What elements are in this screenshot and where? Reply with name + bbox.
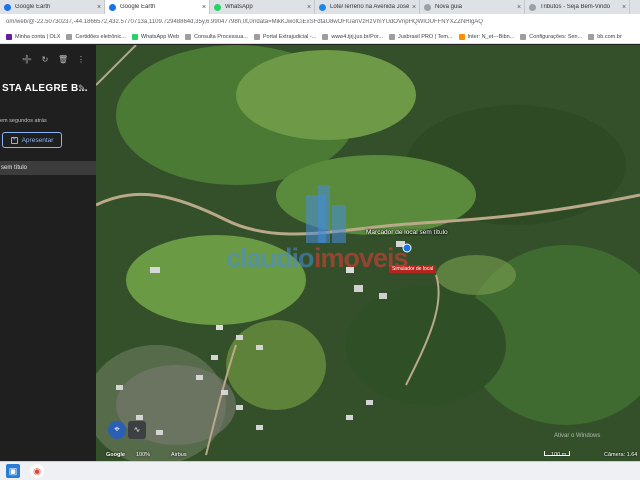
imagery-credit: Airbus (171, 452, 187, 458)
bookmark-label: www4.tjrj.jus.br/Por... (331, 33, 383, 40)
tab-favicon-icon (4, 3, 11, 11)
bookmark-item[interactable]: Jusbrasil PRO | Tem... (389, 33, 453, 40)
more-icon[interactable]: ⋮ (76, 55, 86, 65)
watermark-claudio: claudio (226, 243, 315, 273)
os-taskbar: ▣ ◉ (0, 461, 640, 480)
map-footer: Google 100% Airbus 100 m Câmera: 1.64 (96, 449, 640, 461)
browser-tab[interactable]: WhatsApp × (210, 0, 315, 14)
activate-windows-text: Ativar o Windows (554, 433, 601, 439)
bookmark-item[interactable]: www4.tjrj.jus.br/Por... (322, 33, 383, 40)
camera-text: Câmera: 1.64 (604, 452, 638, 458)
project-sidebar: ➕ ↻ 🗑 ⋮ STA ALEGRE B... ✎ em segundos at… (0, 45, 96, 461)
tab-favicon-icon (109, 3, 116, 11)
close-icon[interactable]: × (304, 4, 314, 11)
bookmark-favicon-icon (322, 33, 329, 40)
bookmark-favicon-icon (185, 33, 192, 40)
project-title: STA ALEGRE B... (2, 83, 88, 94)
measure-icon[interactable]: ∿ (128, 421, 146, 439)
bookmark-favicon-icon (458, 33, 465, 40)
close-icon[interactable]: × (514, 4, 524, 11)
close-icon[interactable]: × (94, 4, 104, 11)
bookmark-label: Minha conta | OLX (15, 33, 61, 40)
refresh-icon[interactable]: ↻ (40, 55, 50, 65)
browser-tab[interactable]: Nova guia × (420, 0, 525, 14)
bookmark-label: Configurações: Sen... (529, 33, 583, 40)
bookmark-label: Inter: N_et---Bibn... (467, 33, 515, 40)
bookmark-item[interactable]: WhatsApp Web (131, 33, 180, 40)
add-person-icon[interactable]: ➕ (22, 55, 32, 65)
close-icon[interactable]: × (199, 4, 209, 11)
tab-favicon-icon (319, 3, 326, 11)
bookmark-favicon-icon (520, 33, 527, 40)
placemark-label[interactable]: Marcador de local sem título (366, 229, 448, 236)
bookmark-label: Portal Extrajudicial -... (262, 33, 317, 40)
url-text[interactable]: om/web/@-22.50730237,-44.1866572,432.577… (6, 19, 483, 25)
tab-favicon-icon (529, 3, 536, 11)
trash-icon[interactable]: 🗑 (58, 55, 68, 65)
bookmark-favicon-icon (66, 33, 73, 40)
placemark-list-label: sem título (1, 165, 28, 171)
bookmark-item[interactable]: Consulta Processua... (185, 33, 248, 40)
bookmark-favicon-icon (389, 33, 395, 40)
bookmark-favicon-icon (253, 33, 260, 40)
saved-status: em segundos atrás (0, 118, 47, 124)
browser-tab-strip: Google Earth × Google Earth × WhatsApp × Lote/… (0, 0, 640, 14)
bookmark-item[interactable]: Certidões eletrônic... (66, 33, 126, 40)
bookmarks-bar: Minha conta | OLX Certidões eletrônic... W… (0, 30, 640, 44)
tab-favicon-icon (214, 3, 221, 11)
tab-label: Google Earth (120, 4, 156, 10)
bookmark-item[interactable]: Configurações: Sen... (520, 33, 583, 40)
tab-label: Lote/Terreno na Avenida José ... (330, 4, 409, 10)
bookmark-favicon-icon (6, 33, 12, 40)
bookmark-label: bb.com.br (597, 33, 622, 40)
bookmark-favicon-icon (131, 33, 138, 40)
browser-tab[interactable]: Tributos - Seja Bem-Vindo × (525, 0, 630, 14)
tab-label: Nova guia (435, 4, 463, 10)
bookmark-item[interactable]: Minha conta | OLX (6, 33, 61, 40)
browser-tab[interactable]: Lote/Terreno na Avenida José ... × (315, 0, 420, 14)
present-label: Apresentar (21, 136, 54, 144)
location-pin-icon[interactable]: ⌖ (108, 421, 126, 439)
present-icon: + (10, 136, 18, 144)
browser-tab[interactable]: Google Earth × (105, 0, 210, 14)
present-button[interactable]: + Apresentar (2, 132, 62, 148)
tab-label: WhatsApp (225, 4, 253, 10)
bookmark-label: Jusbrasil PRO | Tem... (398, 33, 453, 40)
bookmark-item[interactable]: Portal Extrajudicial -... (253, 33, 317, 40)
bookmark-item[interactable]: Inter: N_et---Bibn... (458, 33, 515, 40)
close-icon[interactable]: × (619, 4, 629, 11)
chrome-icon[interactable]: ◉ (30, 464, 44, 478)
coverage-text: 100% (136, 452, 151, 458)
satellite-map[interactable]: Marcador de local sem título Simulador d… (96, 45, 640, 461)
tab-label: Tributos - Seja Bem-Vindo (540, 4, 611, 10)
start-icon[interactable]: ▣ (6, 464, 20, 478)
google-logo: Google (106, 452, 125, 458)
scale-bar (544, 451, 570, 456)
bookmark-favicon-icon (588, 33, 595, 40)
bookmark-label: Consulta Processua... (194, 33, 248, 40)
watermark-imoveis: imoveis (314, 243, 409, 273)
tab-label: Google Earth (15, 4, 51, 10)
bookmark-label: WhatsApp Web (140, 33, 180, 40)
bookmark-item[interactable]: bb.com.br (588, 33, 622, 40)
bookmark-label: Certidões eletrônic... (75, 33, 126, 40)
pencil-icon[interactable]: ✎ (78, 83, 86, 94)
address-bar[interactable]: om/web/@-22.50730237,-44.1866572,432.577… (0, 14, 640, 30)
browser-tab[interactable]: Google Earth × (0, 0, 105, 14)
tab-favicon-icon (424, 3, 431, 11)
close-icon[interactable]: × (409, 4, 419, 11)
placemark-list-item[interactable]: sem título (0, 161, 96, 175)
